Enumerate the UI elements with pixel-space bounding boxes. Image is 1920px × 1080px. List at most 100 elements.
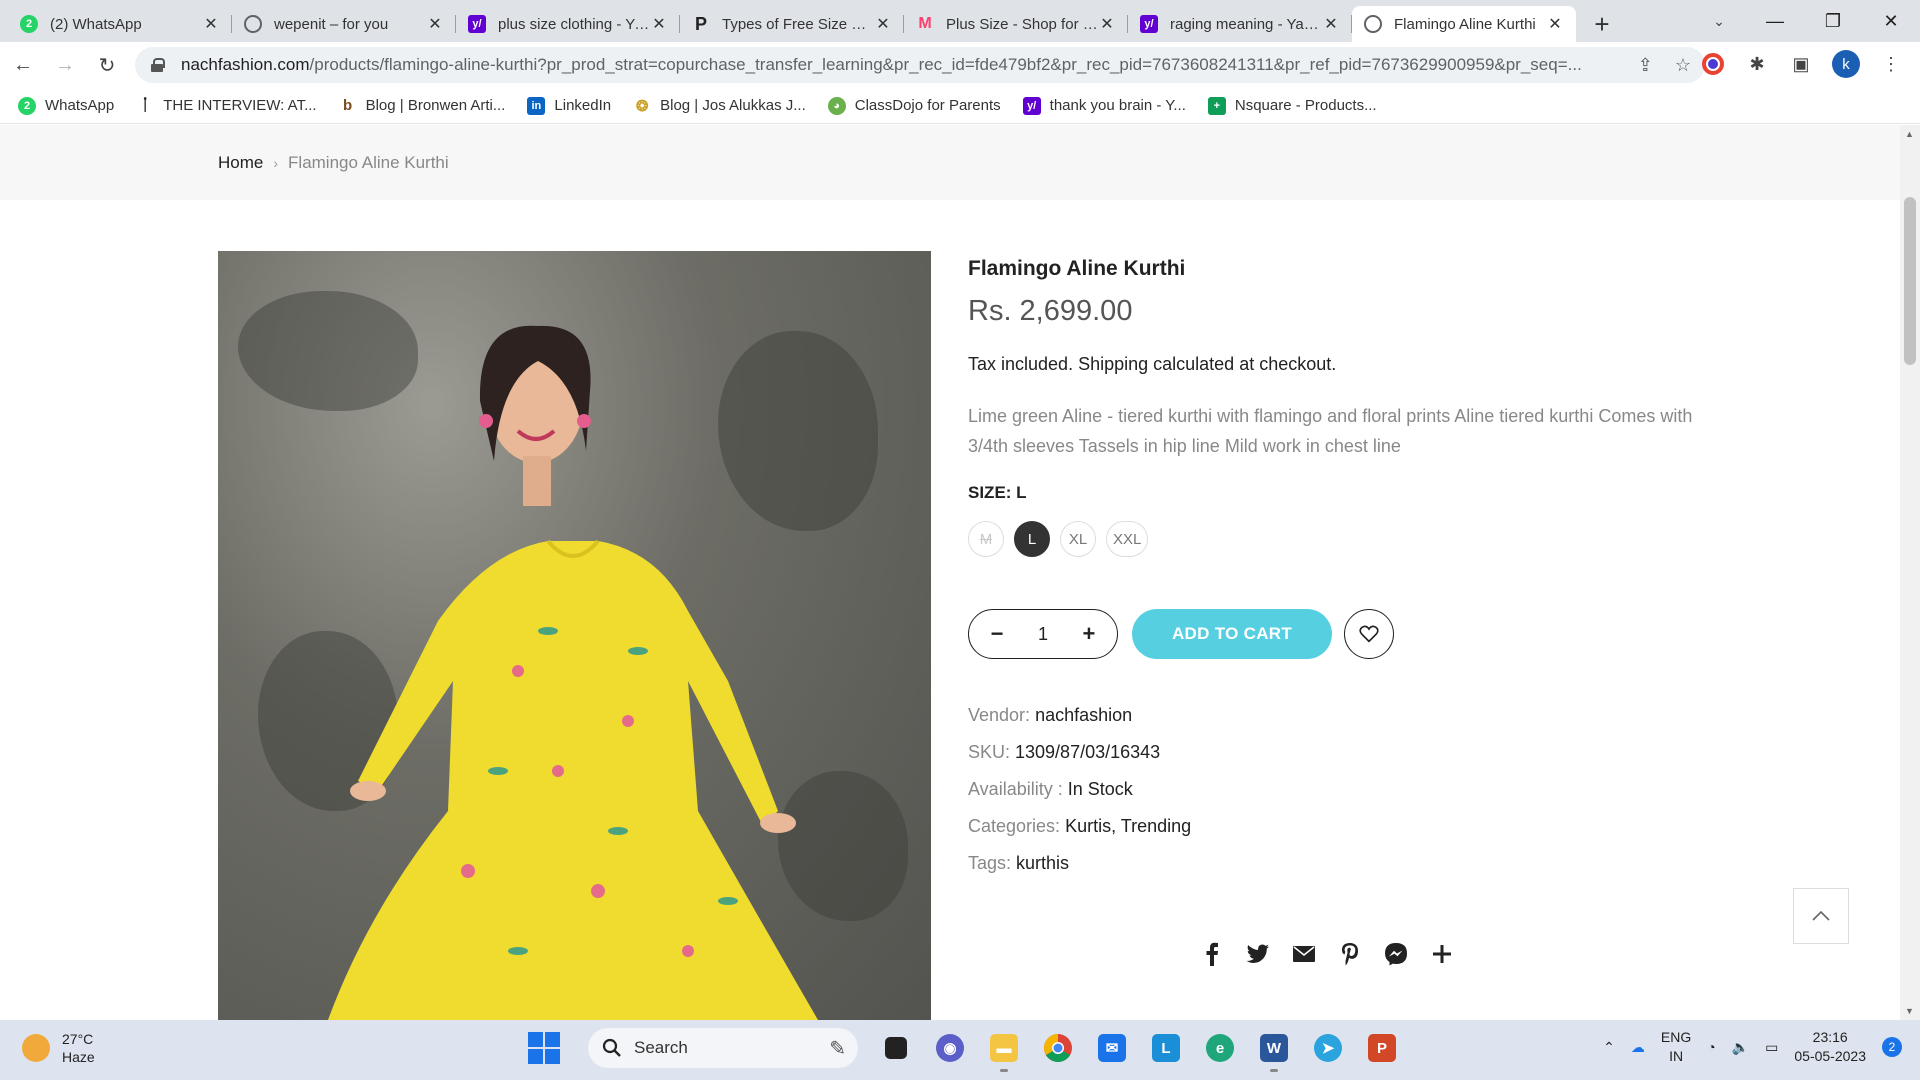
bookmark-classdojo[interactable]: ◕ ClassDojo for Parents xyxy=(827,96,1001,115)
chevron-up-icon xyxy=(1812,911,1830,921)
wifi-icon[interactable]: ◔ xyxy=(1707,1039,1715,1055)
mail-icon[interactable]: ✉ xyxy=(1092,1028,1132,1068)
pinterest-icon: P xyxy=(694,13,707,34)
window-close-icon[interactable]: ✕ xyxy=(1862,0,1920,42)
edge-icon[interactable]: e xyxy=(1200,1028,1240,1068)
bookmark-jos-alukkas[interactable]: ❂ Blog | Jos Alukkas J... xyxy=(633,97,806,115)
bookmark-thank-you-brain[interactable]: y/thank you brain - Y... xyxy=(1022,96,1186,115)
email-icon[interactable] xyxy=(1292,942,1316,966)
tab-title: wepenit – for you xyxy=(274,15,389,33)
close-icon[interactable]: ✕ xyxy=(874,14,892,34)
model-figure xyxy=(328,325,818,1020)
start-button[interactable] xyxy=(528,1032,560,1064)
onedrive-icon[interactable]: ☁ xyxy=(1631,1039,1645,1056)
volume-icon[interactable]: 🔈 xyxy=(1732,1039,1749,1056)
scrollbar-thumb[interactable] xyxy=(1904,197,1916,365)
minimize-icon[interactable]: — xyxy=(1746,0,1804,42)
word-icon[interactable]: W xyxy=(1254,1028,1294,1072)
chevron-up-icon[interactable]: ⌃ xyxy=(1603,1039,1615,1056)
tab-plus-size-shop[interactable]: M Plus Size - Shop for Plus ✕ xyxy=(904,6,1128,42)
menu-dots-icon[interactable]: ⋮ xyxy=(1878,51,1904,77)
plus-icon[interactable]: + xyxy=(1077,621,1101,647)
lens-app-icon[interactable]: L xyxy=(1146,1028,1186,1068)
extension-color-icon[interactable] xyxy=(1700,51,1726,77)
lock-icon[interactable] xyxy=(151,58,165,72)
bookmark-bronwen[interactable]: b Blog | Bronwen Arti... xyxy=(339,97,505,115)
categories-row: Categories: Kurtis, Trending xyxy=(968,816,1192,837)
close-icon[interactable]: ✕ xyxy=(1098,14,1116,34)
telegram-icon[interactable]: ➤ xyxy=(1308,1028,1348,1068)
tab-title: Types of Free Size Kurtis xyxy=(722,15,874,33)
twitter-icon[interactable] xyxy=(1246,942,1270,966)
page-scrollbar[interactable]: ▲ ▼ xyxy=(1900,125,1920,1020)
tab-flamingo-kurthi[interactable]: Flamingo Aline Kurthi ✕ xyxy=(1352,6,1576,42)
pinterest-icon[interactable] xyxy=(1338,942,1362,966)
tab-free-size-kurtis[interactable]: P Types of Free Size Kurtis ✕ xyxy=(680,6,904,42)
restore-icon[interactable]: ❐ xyxy=(1804,0,1862,42)
categories-links[interactable]: Kurtis, Trending xyxy=(1065,816,1191,837)
address-bar[interactable]: nachfashion.com/products/flamingo-aline-… xyxy=(135,47,1705,83)
facebook-icon[interactable] xyxy=(1200,942,1224,966)
size-option-xxl[interactable]: XXL xyxy=(1106,521,1149,557)
bookmark-nsquare[interactable]: + Nsquare - Products... xyxy=(1207,96,1377,115)
bookmark-star-icon[interactable]: ☆ xyxy=(1675,55,1691,76)
bookmark-linkedin[interactable]: in LinkedIn xyxy=(527,96,611,115)
tab-whatsapp[interactable]: 2 (2) WhatsApp ✕ xyxy=(8,6,232,42)
haze-sun-icon xyxy=(22,1034,50,1062)
minus-icon[interactable]: − xyxy=(985,621,1009,647)
tab-wepenit[interactable]: wepenit – for you ✕ xyxy=(232,6,456,42)
tab-raging-meaning[interactable]: y/ raging meaning - Yahoo ✕ xyxy=(1128,6,1352,42)
tab-plus-size-clothing[interactable]: y/ plus size clothing - Yahoo ✕ xyxy=(456,6,680,42)
shipping-link[interactable]: Shipping xyxy=(1078,354,1148,374)
close-icon[interactable]: ✕ xyxy=(1322,14,1340,34)
reload-icon[interactable]: ↻ xyxy=(88,46,126,84)
profile-avatar[interactable]: k xyxy=(1832,50,1860,78)
chrome-icon[interactable] xyxy=(1038,1028,1078,1068)
nsquare-icon: + xyxy=(1207,96,1226,115)
scroll-down-arrow-icon[interactable]: ▼ xyxy=(1905,1006,1914,1016)
forward-arrow-icon[interactable]: → xyxy=(46,46,84,84)
breadcrumb-home-link[interactable]: Home xyxy=(218,153,263,173)
share-page-icon[interactable]: ⇪ xyxy=(1638,55,1653,76)
teams-chat-icon[interactable]: ◉ xyxy=(930,1028,970,1068)
side-panel-icon[interactable]: ▣ xyxy=(1788,51,1814,77)
back-to-top-button[interactable] xyxy=(1793,888,1849,944)
url-text[interactable]: nachfashion.com/products/flamingo-aline-… xyxy=(181,55,1626,75)
add-to-cart-button[interactable]: ADD TO CART xyxy=(1132,609,1332,659)
task-view-icon[interactable] xyxy=(876,1028,916,1068)
messenger-icon[interactable] xyxy=(1384,942,1408,966)
more-plus-icon[interactable] xyxy=(1430,942,1454,966)
globe-icon xyxy=(244,15,262,33)
battery-icon[interactable]: ▭ xyxy=(1765,1039,1778,1056)
weather-widget[interactable]: 27°C Haze xyxy=(22,1030,95,1066)
tab-search-chevron-icon[interactable]: ⌄ xyxy=(1704,6,1734,36)
close-icon[interactable]: ✕ xyxy=(650,14,668,34)
file-explorer-icon[interactable]: ▬ xyxy=(984,1028,1024,1072)
size-option-xl[interactable]: XL xyxy=(1060,521,1096,557)
close-icon[interactable]: ✕ xyxy=(426,14,444,34)
scroll-up-arrow-icon[interactable]: ▲ xyxy=(1905,129,1914,139)
clock[interactable]: 23:16 05-05-2023 xyxy=(1794,1028,1866,1066)
bookmark-whatsapp[interactable]: 2 WhatsApp xyxy=(18,96,114,115)
whatsapp-icon: 2 xyxy=(20,15,38,33)
tab-title: raging meaning - Yahoo xyxy=(1170,15,1322,33)
wishlist-button[interactable] xyxy=(1344,609,1394,659)
weather-description: Haze xyxy=(62,1049,95,1065)
bookmark-interview[interactable]: ᛙ THE INTERVIEW: AT... xyxy=(136,97,316,115)
size-option-m[interactable]: M xyxy=(968,521,1004,557)
extensions-puzzle-icon[interactable]: ✱ xyxy=(1744,51,1770,77)
vendor-link[interactable]: nachfashion xyxy=(1035,705,1132,726)
new-tab-button[interactable]: + xyxy=(1584,6,1620,42)
close-icon[interactable]: ✕ xyxy=(1546,14,1564,34)
tag-link[interactable]: kurthis xyxy=(1016,853,1069,874)
language-indicator[interactable]: ENG IN xyxy=(1661,1028,1691,1066)
taskbar-search[interactable]: Search ✎ xyxy=(588,1028,858,1068)
tags-row: Tags: kurthis xyxy=(968,853,1070,874)
back-arrow-icon[interactable]: ← xyxy=(4,46,42,84)
notification-badge[interactable]: 2 xyxy=(1882,1037,1902,1057)
size-option-l[interactable]: L xyxy=(1014,521,1050,557)
quantity-value[interactable]: 1 xyxy=(1038,624,1048,645)
product-image[interactable] xyxy=(218,251,931,1020)
close-icon[interactable]: ✕ xyxy=(202,14,220,34)
powerpoint-icon[interactable]: P xyxy=(1362,1028,1402,1068)
